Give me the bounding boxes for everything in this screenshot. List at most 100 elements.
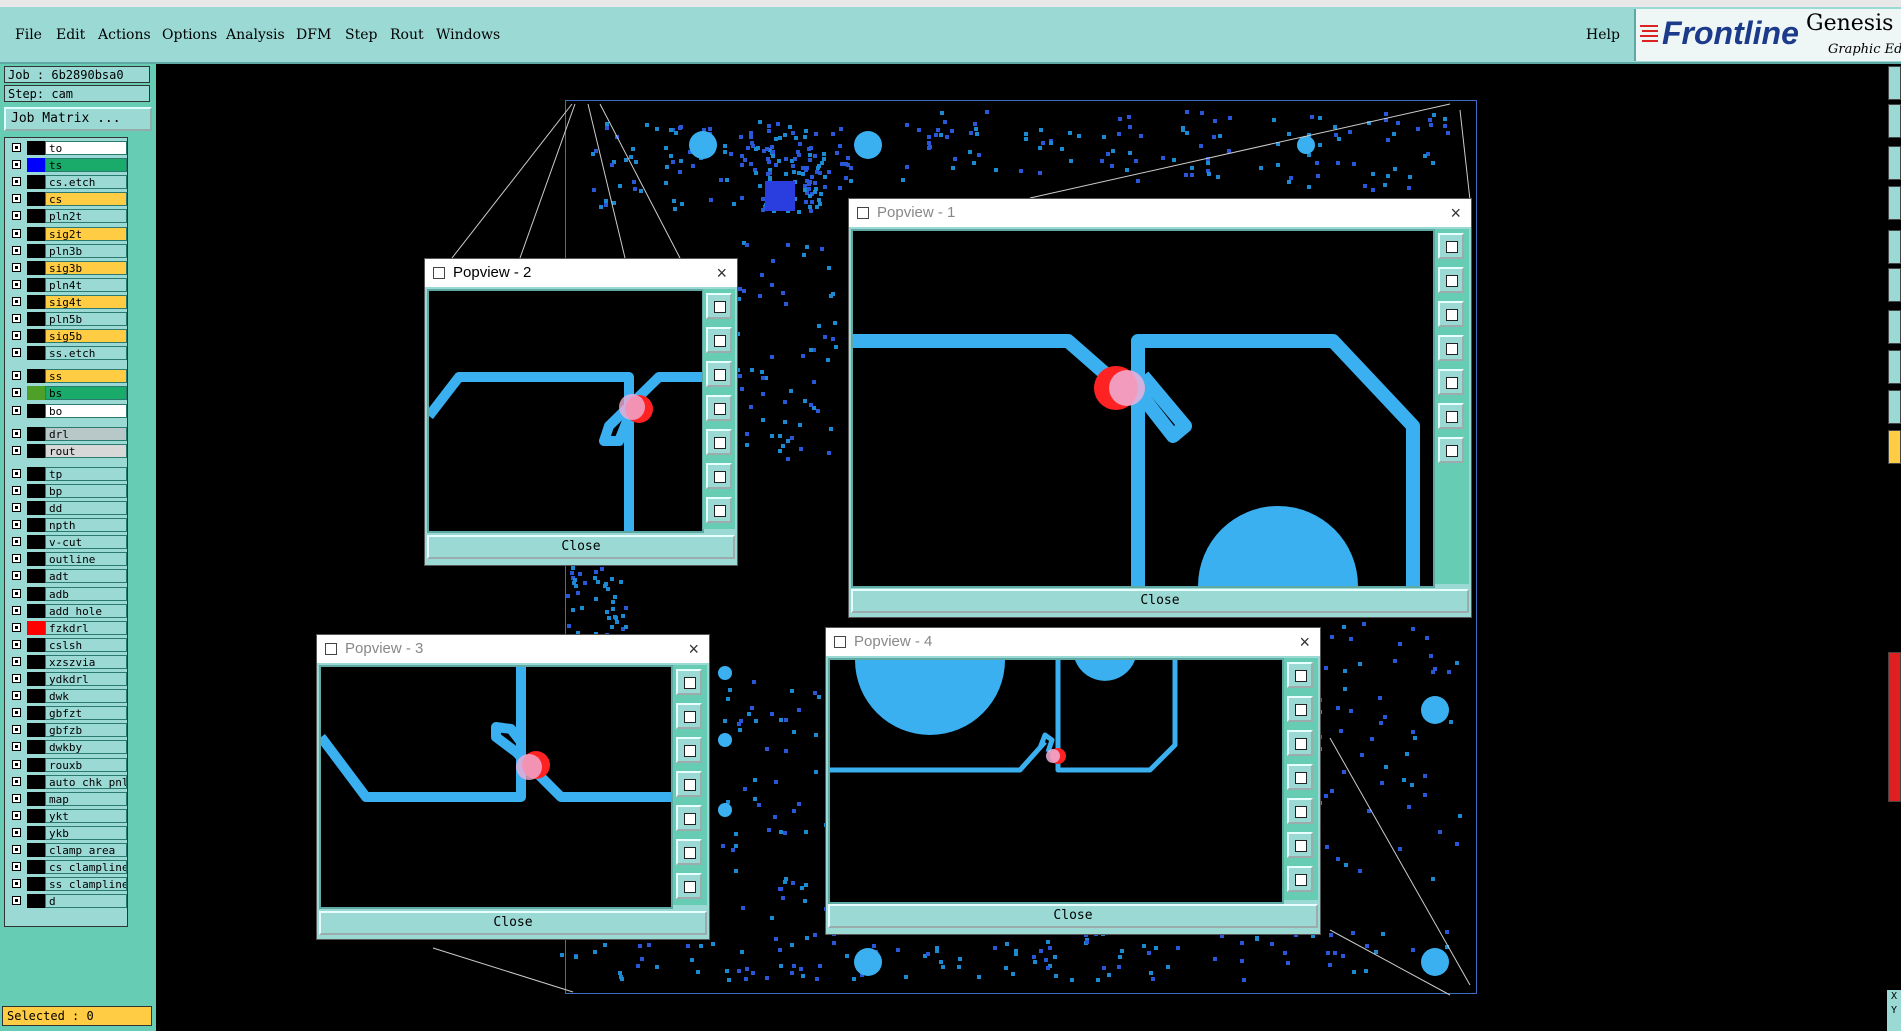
close-icon[interactable]: × <box>1299 628 1310 656</box>
home-icon[interactable] <box>706 497 732 523</box>
zoom-fit-icon[interactable] <box>676 669 702 695</box>
right-tool-4[interactable] <box>1888 186 1901 220</box>
pcb-hole <box>718 733 732 747</box>
pcb-pad <box>1344 863 1348 867</box>
popview-3-window: Popview - 3 × Close <box>316 634 710 940</box>
popview-2-view[interactable] <box>425 289 704 533</box>
popview-1-close-button[interactable]: Close <box>851 589 1469 613</box>
home-icon[interactable] <box>676 873 702 899</box>
pcb-pad <box>571 608 575 612</box>
close-icon[interactable]: × <box>716 259 727 287</box>
right-tool-1[interactable] <box>1888 66 1901 100</box>
pcb-pad <box>803 899 807 903</box>
right-tool-8[interactable] <box>1888 350 1901 384</box>
pcb-pad <box>792 809 796 813</box>
pcb-pad <box>1393 659 1397 663</box>
pcb-pad <box>727 978 731 982</box>
zoom-icon[interactable] <box>676 839 702 865</box>
pan-right-icon[interactable] <box>1438 369 1464 395</box>
pcb-pad <box>754 171 758 175</box>
pcb-pad <box>1139 134 1143 138</box>
pcb-pad <box>743 787 747 791</box>
pcb-pad <box>774 137 778 141</box>
pcb-pad <box>690 958 694 962</box>
pcb-pad <box>905 123 909 127</box>
pcb-pad <box>958 957 962 961</box>
zoom-icon[interactable] <box>1287 832 1313 858</box>
pcb-pad <box>786 457 790 461</box>
close-icon[interactable]: × <box>1450 199 1461 227</box>
popview-1-toolbar <box>1435 229 1469 584</box>
popview-4-close-button[interactable]: Close <box>828 904 1318 928</box>
right-tool-10[interactable] <box>1888 430 1901 464</box>
pcb-pad <box>813 181 817 185</box>
pcb-pad <box>1125 168 1129 172</box>
pcb-pad <box>1380 781 1384 785</box>
popview-3-toolbar <box>673 665 707 905</box>
pan-right-icon[interactable] <box>676 805 702 831</box>
pan-up-icon[interactable] <box>1287 696 1313 722</box>
right-tool-2[interactable] <box>1888 104 1901 138</box>
pcb-pad <box>974 127 978 131</box>
pan-right-icon[interactable] <box>1287 798 1313 824</box>
zoom-fit-icon[interactable] <box>1438 233 1464 259</box>
pcb-pad <box>1005 942 1009 946</box>
pcb-pad <box>738 374 742 378</box>
home-icon[interactable] <box>1438 437 1464 463</box>
right-tool-5[interactable] <box>1888 230 1901 264</box>
pan-left-icon[interactable] <box>1438 335 1464 361</box>
pan-down-icon[interactable] <box>676 737 702 763</box>
pcb-pad <box>761 392 765 396</box>
zoom-icon[interactable] <box>706 463 732 489</box>
pcb-pad <box>1438 830 1442 834</box>
pan-down-icon[interactable] <box>1287 730 1313 756</box>
pcb-pad <box>1276 163 1280 167</box>
pcb-pad <box>803 188 807 192</box>
pcb-pad <box>778 136 782 140</box>
pcb-pad <box>594 570 598 574</box>
pan-down-icon[interactable] <box>1438 301 1464 327</box>
pcb-pad <box>610 625 614 629</box>
pcb-pad <box>1411 730 1415 734</box>
pcb-pad <box>1190 173 1194 177</box>
right-tool-6[interactable] <box>1888 268 1901 302</box>
pcb-pad <box>1428 118 1432 122</box>
pan-left-icon[interactable] <box>706 395 732 421</box>
popview-3-close-button[interactable]: Close <box>319 911 707 935</box>
pcb-pad <box>792 170 796 174</box>
pcb-pad <box>1004 966 1008 970</box>
y-label: Y <box>1890 1005 1898 1016</box>
pan-down-icon[interactable] <box>706 361 732 387</box>
pan-right-icon[interactable] <box>706 429 732 455</box>
home-icon[interactable] <box>1287 866 1313 892</box>
popview-4-view[interactable] <box>828 658 1284 904</box>
close-icon[interactable]: × <box>688 635 699 663</box>
window-icon <box>433 267 445 279</box>
pcb-pad <box>802 253 806 257</box>
zoom-fit-icon[interactable] <box>1287 662 1313 688</box>
popview-3-view[interactable] <box>317 665 673 909</box>
pcb-pad <box>739 719 743 723</box>
zoom-fit-icon[interactable] <box>706 293 732 319</box>
zoom-icon[interactable] <box>1438 403 1464 429</box>
pcb-pad <box>783 400 787 404</box>
pcb-pad <box>1348 130 1352 134</box>
right-tool-7[interactable] <box>1888 310 1901 344</box>
popview-1-view[interactable] <box>851 229 1435 588</box>
pan-left-icon[interactable] <box>676 771 702 797</box>
pcb-pad <box>1407 805 1411 809</box>
pcb-pad <box>604 582 608 586</box>
pan-up-icon[interactable] <box>676 703 702 729</box>
pcb-hole <box>718 803 732 817</box>
popview-2-close-button[interactable]: Close <box>427 535 735 559</box>
pan-up-icon[interactable] <box>706 327 732 353</box>
pcb-pad <box>1342 625 1346 629</box>
right-tool-9[interactable] <box>1888 390 1901 424</box>
window-icon <box>325 643 337 655</box>
right-tool-3[interactable] <box>1888 146 1901 180</box>
pcb-pad <box>1370 737 1374 741</box>
pan-up-icon[interactable] <box>1438 267 1464 293</box>
pcb-pad <box>784 749 788 753</box>
pan-left-icon[interactable] <box>1287 764 1313 790</box>
pcb-pad <box>774 937 778 941</box>
